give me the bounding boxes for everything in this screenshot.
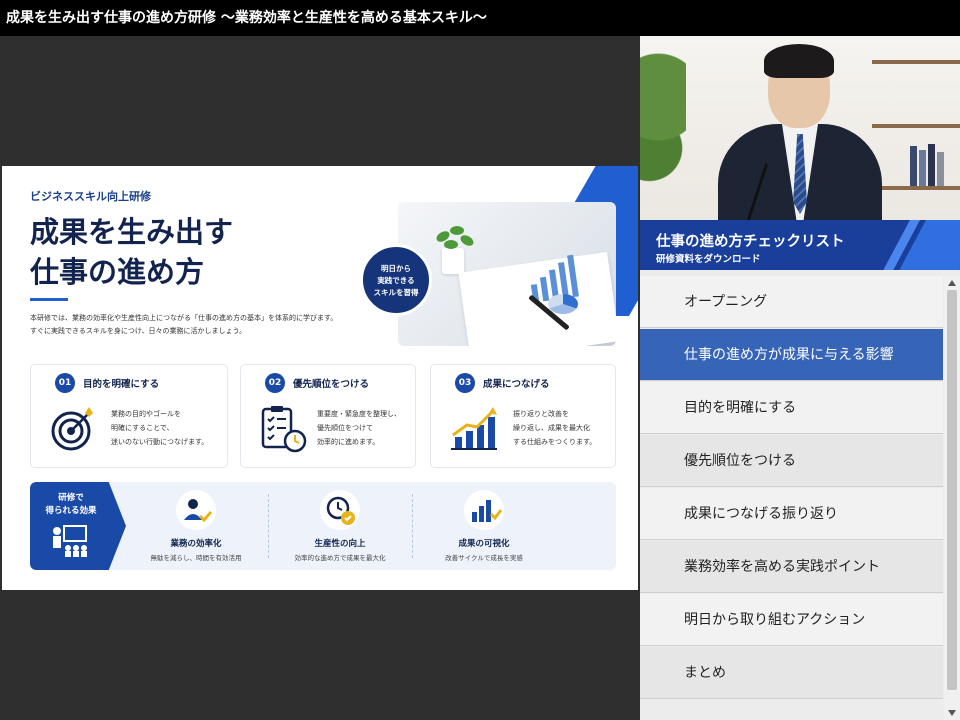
card-number: 03 (455, 373, 475, 393)
chapter-item[interactable]: 明日から取り組むアクション (640, 594, 943, 646)
card-title: 優先順位をつける (293, 379, 370, 390)
point-card-1: 01 目的を明確にする 業務の目的やゴールを 明確にすることで、 迷いのない行動… (30, 364, 228, 468)
card-desc-line: する仕組みをつくります。 (513, 438, 597, 446)
card-number: 02 (265, 373, 285, 393)
presenter-hair (764, 44, 834, 78)
background-shelf (872, 124, 960, 128)
skill-badge: 明日から 実践できる スキルを習得 (360, 244, 432, 316)
tag-line: 研修で (58, 493, 84, 503)
background-plant (640, 46, 686, 216)
chapter-item[interactable]: オープニング (640, 276, 943, 328)
slide-eyebrow: ビジネススキル向上研修 (30, 190, 151, 203)
slide-stage: ビジネススキル向上研修 成果を生み出す 仕事の進め方 本研修では、業務の効率化や… (0, 36, 640, 720)
window-title: 成果を生み出す仕事の進め方研修 ～業務効率と生産性を高める基本スキル～ (0, 0, 960, 36)
badge-line: 明日から (381, 264, 411, 273)
background-book (919, 150, 926, 186)
banner-title: 仕事の進め方チェックリスト (656, 234, 845, 250)
badge-line: 実践できる (377, 276, 415, 285)
card-desc: 業務の目的やゴールを 明確にすることで、 迷いのない行動につなげます。 (111, 407, 223, 449)
intro-line: 本研修では、業務の効率化や生産性向上につながる「仕事の進め方の基本」を体系的に学… (30, 314, 338, 322)
benefit-desc: 改善サイクルで成長を実感 (445, 554, 523, 562)
benefits-tag-label: 研修で 得られる効果 (30, 492, 112, 518)
card-desc-line: 優先順位をつけて (317, 424, 373, 432)
card-title: 成果につなげる (483, 379, 550, 390)
side-panel: 仕事の進め方チェックリスト 研修資料をダウンロード オープニング 仕事の進め方が… (640, 36, 960, 720)
bar-check-icon (464, 490, 504, 530)
benefit-desc: 無駄を減らし、時間を有効活用 (150, 554, 242, 562)
title-rule (30, 298, 68, 301)
presenter-icon (53, 525, 87, 557)
slide-title-line: 仕事の進め方 (30, 255, 205, 289)
card-desc-line: 振り返りと改善を (513, 410, 569, 418)
benefit-item: 成果の可視化 改善サイクルで成長を実感 (414, 482, 554, 570)
card-desc-line: 迷いのない行動につなげます。 (111, 438, 209, 446)
benefit-divider (268, 494, 269, 558)
paper-pie (548, 294, 578, 314)
benefit-title: 業務の効率化 (170, 539, 222, 549)
chapter-item[interactable]: まとめ (640, 647, 943, 699)
plant-leaf (450, 226, 464, 235)
plant-pot (442, 248, 464, 274)
card-desc: 振り返りと改善を 繰り返し、成果を最大化 する仕組みをつくります。 (513, 407, 615, 449)
benefit-divider (412, 494, 413, 558)
background-shelf (872, 60, 960, 64)
chapter-item[interactable]: 業務効率を高める実践ポイント (640, 541, 943, 593)
benefit-title: 成果の可視化 (458, 539, 510, 549)
card-desc: 重要度・緊急度を整理し、 優先順位をつけて 効率的に進めます。 (317, 407, 417, 449)
plant-leaf (444, 240, 458, 249)
slide-title-line: 成果を生み出す (30, 215, 234, 249)
badge-line: スキルを習得 (373, 288, 419, 297)
plant-leaf (458, 233, 476, 248)
background-shelf (872, 186, 960, 190)
banner-subtitle: 研修資料をダウンロード (656, 254, 761, 265)
scroll-down-icon[interactable] (948, 710, 956, 716)
paper-bar (567, 254, 579, 298)
benefits-strip: 研修で 得られる効果 業務の効率化 無駄を減らし、時間を有効活用 生産性の向上 … (30, 482, 616, 570)
paper-bar (539, 276, 550, 302)
chapter-item[interactable]: 成果につなげる振り返り (640, 488, 943, 540)
presentation-slide: ビジネススキル向上研修 成果を生み出す 仕事の進め方 本研修では、業務の効率化や… (2, 166, 638, 590)
benefits-tag: 研修で 得られる効果 (30, 482, 126, 570)
card-title: 目的を明確にする (83, 379, 160, 390)
card-desc-line: 重要度・緊急度を整理し、 (317, 410, 401, 418)
slide-title: 成果を生み出す 仕事の進め方 (30, 212, 330, 292)
background-book (910, 146, 917, 186)
benefit-item: 業務の効率化 無駄を減らし、時間を有効活用 (126, 482, 266, 570)
target-icon (51, 407, 93, 451)
presenter-video[interactable] (640, 36, 960, 220)
tag-line: 得られる効果 (45, 506, 97, 516)
checklist-download-banner[interactable]: 仕事の進め方チェックリスト 研修資料をダウンロード (640, 220, 960, 270)
chapter-scrollbar[interactable] (944, 276, 960, 720)
benefit-desc: 効率的な進め方で成果を最大化 (294, 554, 386, 562)
scroll-up-icon[interactable] (948, 280, 956, 286)
benefit-item: 生産性の向上 効率的な進め方で成果を最大化 (270, 482, 410, 570)
card-desc-line: 業務の目的やゴールを (111, 410, 181, 418)
chapter-item[interactable]: 目的を明確にする (640, 382, 943, 434)
card-desc-line: 明確にすることで、 (111, 424, 174, 432)
checklist-clock-icon (261, 406, 307, 453)
card-desc-line: 繰り返し、成果を最大化 (513, 424, 590, 432)
background-book (937, 152, 944, 186)
chapter-item-active[interactable]: 仕事の進め方が成果に与える影響 (640, 329, 943, 381)
chapter-item[interactable]: 優先順位をつける (640, 435, 943, 487)
growth-chart-icon (451, 407, 497, 450)
benefit-title: 生産性の向上 (314, 539, 366, 549)
person-check-icon (176, 490, 216, 530)
point-card-3: 03 成果につなげる 振り返りと改善を 繰り返し、成果を最大化 する仕組みをつく… (430, 364, 616, 468)
chapter-list: オープニング 仕事の進め方が成果に与える影響 目的を明確にする 優先順位をつける… (640, 276, 944, 700)
scroll-thumb[interactable] (947, 290, 957, 690)
point-card-2: 02 優先順位をつける 重要度・緊急度を整理し、 優先順位をつけて 効率的に進め… (240, 364, 416, 468)
clock-check-icon (320, 490, 360, 530)
intro-line: すぐに実践できるスキルを身につけ、日々の業務に活かしましょう。 (30, 327, 247, 335)
slide-intro: 本研修では、業務の効率化や生産性向上につながる「仕事の進め方の基本」を体系的に学… (30, 312, 380, 338)
background-book (928, 144, 935, 186)
card-number: 01 (55, 373, 75, 393)
card-desc-line: 効率的に進めます。 (317, 438, 380, 446)
